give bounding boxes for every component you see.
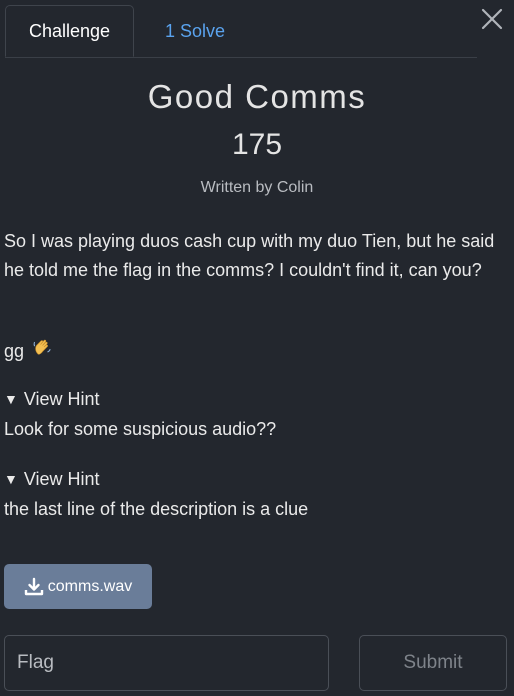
waving-hand-icon [32, 337, 52, 366]
hint-2-toggle-label: View Hint [23, 469, 100, 489]
hint-1-text: Look for some suspicious audio?? [4, 419, 277, 439]
tab-solves-label: 1 Solve [164, 20, 226, 41]
close-button[interactable] [479, 6, 505, 32]
file-name: comms.wav [47, 577, 133, 595]
expand-triangle-icon: ▼ [4, 471, 18, 487]
hint-1: ▼ View Hint Look for some suspicious aud… [4, 384, 510, 444]
tab-bar: Challenge 1 Solve [5, 5, 477, 58]
description-extra-line: gg [4, 337, 52, 366]
challenge-author: Written by Colin [200, 179, 314, 196]
tab-solves[interactable]: 1 Solve [140, 5, 250, 57]
challenge-description: So I was playing duos cash cup with my d… [4, 231, 495, 280]
flag-input[interactable] [4, 635, 329, 691]
close-icon [481, 8, 503, 30]
challenge-points: 175 [231, 128, 283, 161]
expand-triangle-icon: ▼ [4, 391, 18, 407]
tab-challenge[interactable]: Challenge [5, 5, 134, 57]
hint-1-toggle-label: View Hint [23, 389, 100, 409]
submit-button[interactable]: Submit [359, 635, 507, 691]
challenge-modal: Challenge 1 Solve Good Comms 175 Written… [0, 0, 514, 696]
submit-label: Submit [403, 652, 463, 673]
tab-challenge-label: Challenge [28, 20, 111, 41]
challenge-title: Good Comms [147, 78, 367, 115]
hint-2-text: the last line of the description is a cl… [4, 499, 309, 519]
hint-1-toggle[interactable]: ▼ View Hint [4, 384, 510, 414]
hint-2: ▼ View Hint the last line of the descrip… [4, 464, 510, 524]
extra-line-text: gg [4, 341, 25, 361]
hint-2-toggle[interactable]: ▼ View Hint [4, 464, 510, 494]
file-download-button[interactable]: comms.wav [4, 564, 152, 609]
download-icon [24, 577, 43, 595]
